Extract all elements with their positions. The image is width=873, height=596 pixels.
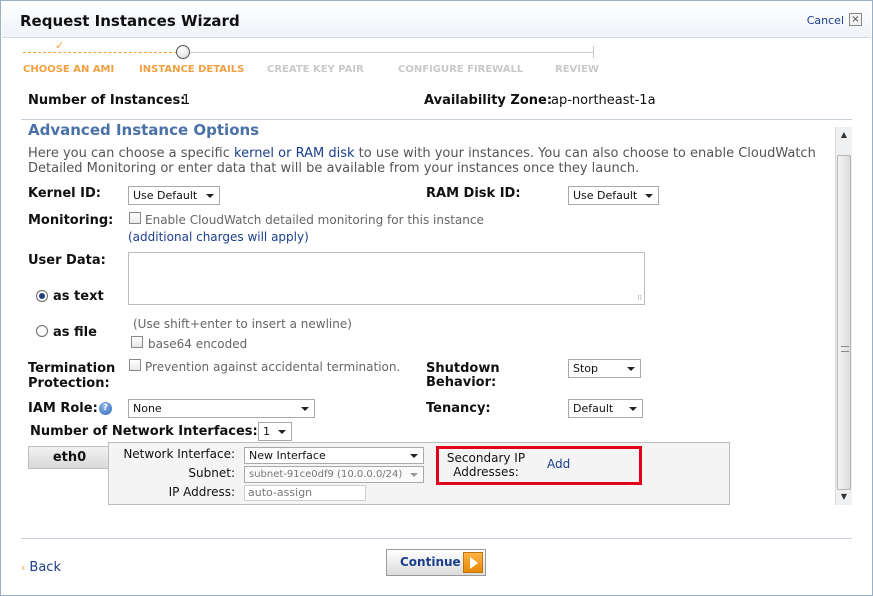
- user-data-label: User Data:: [28, 253, 106, 268]
- scroll-up-icon[interactable]: ▲: [836, 127, 852, 143]
- back-arrow-icon: ‹: [21, 561, 26, 574]
- ramdisk-id-value: Use Default: [573, 189, 638, 202]
- step-configure-firewall: CONFIGURE FIREWALL: [398, 64, 524, 75]
- chevron-down-icon: [629, 407, 637, 411]
- vertical-scrollbar[interactable]: ▲ ▼: [835, 127, 852, 505]
- step-choose-ami: CHOOSE AN AMI: [23, 64, 115, 75]
- subnet-value: subnet-91ce0df9 (10.0.0.0/24): [249, 469, 403, 480]
- network-interfaces-count-label: Number of Network Interfaces:: [30, 424, 258, 439]
- close-icon[interactable]: ×: [849, 13, 862, 26]
- monitoring-checkbox-label: Enable CloudWatch detailed monitoring fo…: [145, 213, 484, 227]
- network-interfaces-count-value: 1: [263, 425, 270, 438]
- chevron-down-icon: [627, 367, 635, 371]
- network-interface-select[interactable]: New Interface: [244, 447, 424, 464]
- back-label: Back: [29, 560, 61, 575]
- base64-checkbox[interactable]: [131, 336, 143, 348]
- advanced-options-intro: Here you can choose a specific kernel or…: [28, 146, 838, 176]
- scrollbar-grip-icon: [841, 346, 849, 352]
- resize-handle-icon[interactable]: ⁞⁞: [638, 294, 642, 302]
- advanced-options-title: Advanced Instance Options: [28, 121, 260, 139]
- kernel-id-label: Kernel ID:: [28, 186, 101, 201]
- wizard-dialog: Request Instances Wizard Cancel × ✓ CHOO…: [0, 0, 873, 596]
- subnet-select[interactable]: subnet-91ce0df9 (10.0.0.0/24): [244, 466, 424, 483]
- additional-charges-note[interactable]: (additional charges will apply): [128, 230, 309, 244]
- chevron-down-icon: [206, 194, 214, 198]
- scroll-down-icon[interactable]: ▼: [836, 489, 852, 505]
- step-progress-line-todo: [190, 52, 594, 53]
- termination-protection-checkbox[interactable]: [129, 359, 141, 371]
- user-data-textarea[interactable]: ⁞⁞: [128, 252, 645, 305]
- shutdown-behavior-select[interactable]: Stop: [568, 359, 641, 378]
- continue-button[interactable]: Continue: [386, 549, 486, 576]
- play-arrow-icon: [463, 552, 483, 573]
- monitoring-label: Monitoring:: [28, 213, 114, 228]
- secondary-ip-highlight: Secondary IP Addresses: Add: [436, 446, 642, 485]
- chevron-down-icon: [301, 407, 309, 411]
- footer-divider: [21, 538, 852, 539]
- dialog-title: Request Instances Wizard: [20, 12, 240, 30]
- add-secondary-ip-link[interactable]: Add: [547, 457, 570, 471]
- kernel-id-value: Use Default: [133, 189, 198, 202]
- chevron-down-icon: [278, 430, 286, 434]
- step-progress-line-done: [23, 52, 177, 53]
- termination-protection-label-line1: Termination: [28, 361, 116, 376]
- subnet-label: Subnet:: [188, 466, 235, 480]
- availability-zone-value: ap-northeast-1a: [551, 93, 656, 108]
- network-interface-value: New Interface: [249, 449, 326, 462]
- chevron-down-icon: [410, 473, 418, 477]
- termination-protection-label-line2: Protection:: [28, 376, 110, 391]
- as-file-radio[interactable]: [36, 325, 48, 337]
- ip-address-label: IP Address:: [168, 485, 235, 499]
- ip-address-input[interactable]: auto-assign: [244, 485, 366, 501]
- as-file-label: as file: [53, 325, 97, 340]
- shutdown-behavior-label-line2: Behavior:: [426, 375, 497, 390]
- step-create-key-pair: CREATE KEY PAIR: [267, 64, 364, 75]
- continue-label: Continue: [400, 555, 461, 569]
- ramdisk-id-select[interactable]: Use Default: [568, 186, 659, 205]
- instances-count-value: 1: [182, 93, 191, 108]
- iam-role-value: None: [133, 402, 162, 415]
- network-interface-label: Network Interface:: [123, 447, 235, 461]
- tab-eth0[interactable]: eth0: [28, 446, 110, 469]
- ramdisk-id-label: RAM Disk ID:: [426, 186, 521, 201]
- current-step-marker-icon: [176, 45, 190, 59]
- shutdown-behavior-value: Stop: [573, 362, 599, 375]
- wizard-steps: ✓ CHOOSE AN AMI INSTANCE DETAILS CREATE …: [1, 39, 873, 81]
- chevron-down-icon: [410, 454, 418, 458]
- step-end-tick: [593, 46, 594, 58]
- intro-text-start: Here you can choose a specific: [28, 146, 235, 161]
- help-icon[interactable]: ?: [99, 402, 112, 415]
- step-done-check-icon: ✓: [55, 39, 65, 52]
- step-review: REVIEW: [555, 64, 599, 75]
- kernel-ramdisk-link[interactable]: kernel or RAM disk: [234, 146, 355, 161]
- iam-role-label: IAM Role:: [28, 401, 98, 416]
- tenancy-select[interactable]: Default: [568, 399, 643, 418]
- base64-label: base64 encoded: [148, 337, 248, 351]
- instances-count-label: Number of Instances:: [28, 93, 186, 108]
- tenancy-value: Default: [573, 402, 614, 415]
- availability-zone-label: Availability Zone:: [424, 93, 553, 108]
- as-text-label: as text: [53, 289, 104, 304]
- user-data-hint: (Use shift+enter to insert a newline): [133, 317, 352, 331]
- iam-role-select[interactable]: None: [128, 399, 315, 418]
- termination-protection-text: Prevention against accidental terminatio…: [145, 360, 401, 374]
- title-bar: Request Instances Wizard Cancel ×: [2, 2, 871, 38]
- step-instance-details: INSTANCE DETAILS: [139, 64, 245, 75]
- scrollbar-thumb[interactable]: [837, 155, 851, 490]
- as-text-radio[interactable]: [36, 290, 48, 302]
- monitoring-checkbox[interactable]: [129, 212, 141, 224]
- chevron-down-icon: [645, 194, 653, 198]
- network-interfaces-count-select[interactable]: 1: [258, 422, 292, 441]
- kernel-id-select[interactable]: Use Default: [128, 186, 220, 205]
- back-link[interactable]: ‹ Back: [21, 560, 61, 575]
- secondary-ip-label: Secondary IP Addresses:: [446, 451, 526, 479]
- shutdown-behavior-label-line1: Shutdown: [426, 361, 500, 376]
- advanced-options-panel: Advanced Instance Options Here you can c…: [21, 120, 852, 506]
- cancel-link[interactable]: Cancel: [807, 14, 844, 27]
- tenancy-label: Tenancy:: [426, 401, 491, 416]
